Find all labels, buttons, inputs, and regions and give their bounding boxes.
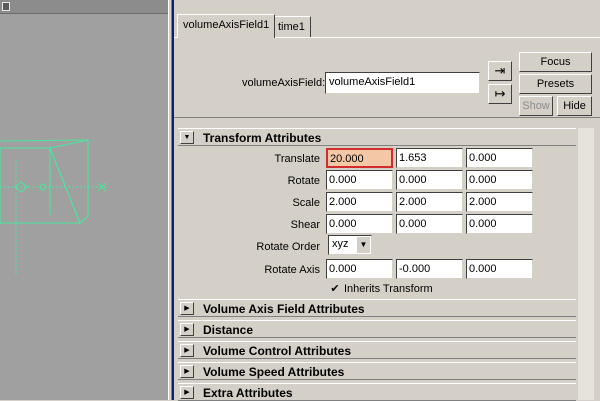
vertical-scrollbar[interactable] [578, 128, 594, 400]
node-tab-bar: volumeAxisField1 time1 [174, 0, 600, 38]
rotate-axis-label: Rotate Axis [264, 264, 320, 276]
scale-z-field[interactable]: 2.000 [466, 192, 533, 212]
translate-x-field[interactable]: 20.000 [326, 148, 393, 168]
tab-volume-axis-field[interactable]: volumeAxisField1 [177, 14, 276, 38]
tab-time[interactable]: time1 [272, 16, 311, 38]
section-title: Volume Control Attributes [203, 344, 351, 358]
attribute-editor: volumeAxisField1 time1 volumeAxisField: … [174, 0, 600, 401]
section-title: Extra Attributes [203, 386, 293, 400]
node-name-label: volumeAxisField: [242, 77, 326, 89]
collapsed-arrow-icon: ▶ [180, 365, 194, 378]
translate-y-field[interactable]: 1.653 [396, 148, 463, 168]
shear-z-field[interactable]: 0.000 [466, 214, 533, 234]
rotate-order-dropdown[interactable]: xyz ▼ [328, 235, 372, 255]
focus-button[interactable]: Focus [519, 52, 592, 72]
section-title: Distance [203, 323, 254, 337]
load-attributes-icon: ⇥ [494, 63, 506, 78]
shear-y-field[interactable]: 0.000 [396, 214, 463, 234]
translate-z-field[interactable]: 0.000 [466, 148, 533, 168]
section-volume-control-attributes[interactable]: ▶ Volume Control Attributes [178, 341, 576, 359]
rotate-label: Rotate [287, 175, 320, 187]
rotate-order-label: Rotate Order [256, 241, 320, 253]
collapsed-arrow-icon: ▶ [180, 386, 194, 399]
inherits-transform-checkbox[interactable]: ✔ [329, 284, 341, 295]
section-title: Transform Attributes [203, 131, 322, 145]
viewport-wireframe [0, 139, 108, 275]
section-title: Volume Speed Attributes [203, 365, 345, 379]
collapsed-arrow-icon: ▶ [180, 344, 194, 357]
hide-button[interactable]: Hide [557, 96, 592, 116]
rotate-axis-x-field[interactable]: 0.000 [326, 259, 393, 279]
translate-label: Translate [274, 153, 320, 165]
expanded-arrow-icon: ▼ [180, 131, 194, 144]
section-title: Volume Axis Field Attributes [203, 302, 365, 316]
save-attributes-button[interactable]: ↦ [488, 84, 512, 104]
scale-label: Scale [292, 197, 320, 209]
attribute-scroll-area: ▼ Transform Attributes Translate 20.000 … [174, 124, 600, 401]
presets-button[interactable]: Presets [519, 74, 592, 94]
show-button[interactable]: Show [519, 96, 553, 116]
section-volume-axis-field-attributes[interactable]: ▶ Volume Axis Field Attributes [178, 299, 576, 317]
collapsed-arrow-icon: ▶ [180, 323, 194, 336]
inherits-transform-label: Inherits Transform [344, 283, 433, 295]
save-attributes-icon: ↦ [494, 86, 506, 101]
chevron-down-icon: ▼ [356, 237, 370, 253]
rotate-axis-y-field[interactable]: -0.000 [396, 259, 463, 279]
scale-x-field[interactable]: 2.000 [326, 192, 393, 212]
shear-label: Shear [290, 219, 320, 231]
section-extra-attributes[interactable]: ▶ Extra Attributes [178, 383, 576, 401]
node-header: volumeAxisField: volumeAxisField1 ⇥ ↦ Fo… [174, 38, 600, 118]
section-transform-attributes[interactable]: ▼ Transform Attributes [178, 128, 576, 146]
shear-x-field[interactable]: 0.000 [326, 214, 393, 234]
node-name-field[interactable]: volumeAxisField1 [325, 72, 480, 94]
collapsed-arrow-icon: ▶ [180, 302, 194, 315]
rotate-order-value: xyz [332, 238, 349, 250]
scale-y-field[interactable]: 2.000 [396, 192, 463, 212]
rotate-y-field[interactable]: 0.000 [396, 170, 463, 190]
section-volume-speed-attributes[interactable]: ▶ Volume Speed Attributes [178, 362, 576, 380]
volume-box-back [49, 139, 89, 224]
rotate-x-field[interactable]: 0.000 [326, 170, 393, 190]
load-attributes-button[interactable]: ⇥ [488, 61, 512, 81]
viewport-panel[interactable] [0, 0, 168, 400]
rotate-axis-z-field[interactable]: 0.000 [466, 259, 533, 279]
rotate-z-field[interactable]: 0.000 [466, 170, 533, 190]
section-distance[interactable]: ▶ Distance [178, 320, 576, 338]
